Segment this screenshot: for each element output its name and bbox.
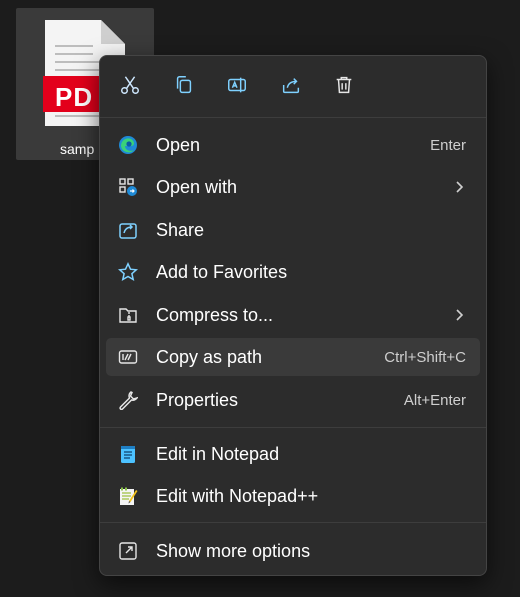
menu-item-label: Share (156, 220, 205, 240)
menu-item-label: Open with (156, 177, 238, 197)
menu-item-shortcut: Ctrl+Shift+C (384, 349, 466, 366)
edge-icon (118, 135, 138, 155)
copy-icon (176, 76, 192, 94)
quick-action-bar (100, 56, 486, 116)
menu-item-label: Show more options (156, 541, 311, 561)
rename-button[interactable] (220, 68, 254, 102)
menu-divider (100, 117, 486, 118)
notepad-plus-icon (118, 486, 138, 506)
menu-item-copy-as-path[interactable]: Copy as path Ctrl+Shift+C (106, 338, 480, 376)
share-icon (282, 78, 300, 94)
share-quick-button[interactable] (274, 68, 308, 102)
pdf-badge-text: PD (55, 82, 94, 112)
menu-item-show-more-options[interactable]: Show more options (106, 532, 480, 570)
menu-item-compress-to[interactable]: Compress to... (106, 296, 480, 334)
zip-folder-icon (118, 305, 138, 325)
menu-divider (100, 522, 486, 523)
path-icon (118, 347, 138, 367)
copy-button[interactable] (167, 68, 201, 102)
context-menu: Open Enter Open with Share Add to Favori… (99, 55, 487, 576)
menu-item-edit-in-notepad[interactable]: Edit in Notepad (106, 435, 480, 473)
menu-item-shortcut: Enter (430, 137, 466, 154)
menu-item-label: Properties (156, 390, 239, 410)
share-icon (118, 220, 138, 240)
menu-item-label: Open (156, 135, 201, 155)
menu-item-add-to-favorites[interactable]: Add to Favorites (106, 253, 480, 291)
menu-item-label: Compress to... (156, 305, 274, 325)
menu-item-label: Copy as path (156, 347, 263, 367)
scissors-icon (121, 76, 139, 94)
rename-icon (228, 77, 246, 93)
menu-item-share[interactable]: Share (106, 211, 480, 249)
chevron-right-icon (456, 309, 464, 321)
star-icon (118, 262, 138, 282)
open-with-icon (118, 177, 138, 197)
delete-button[interactable] (327, 68, 361, 102)
menu-item-properties[interactable]: Properties Alt+Enter (106, 381, 480, 419)
menu-divider (100, 427, 486, 428)
more-options-icon (118, 541, 138, 561)
notepad-icon (118, 444, 138, 464)
menu-item-shortcut: Alt+Enter (403, 392, 466, 409)
cut-button[interactable] (113, 68, 147, 102)
menu-item-open-with[interactable]: Open with (106, 168, 480, 206)
file-name-label: samp (60, 141, 95, 157)
chevron-right-icon (456, 181, 464, 193)
menu-item-label: Add to Favorites (156, 262, 288, 282)
menu-item-open[interactable]: Open Enter (106, 126, 480, 164)
menu-item-label: Edit with Notepad++ (156, 486, 319, 506)
menu-item-label: Edit in Notepad (156, 444, 280, 464)
menu-item-edit-with-notepad-plus-plus[interactable]: Edit with Notepad++ (106, 477, 480, 515)
wrench-icon (118, 390, 138, 410)
trash-icon (336, 76, 352, 94)
